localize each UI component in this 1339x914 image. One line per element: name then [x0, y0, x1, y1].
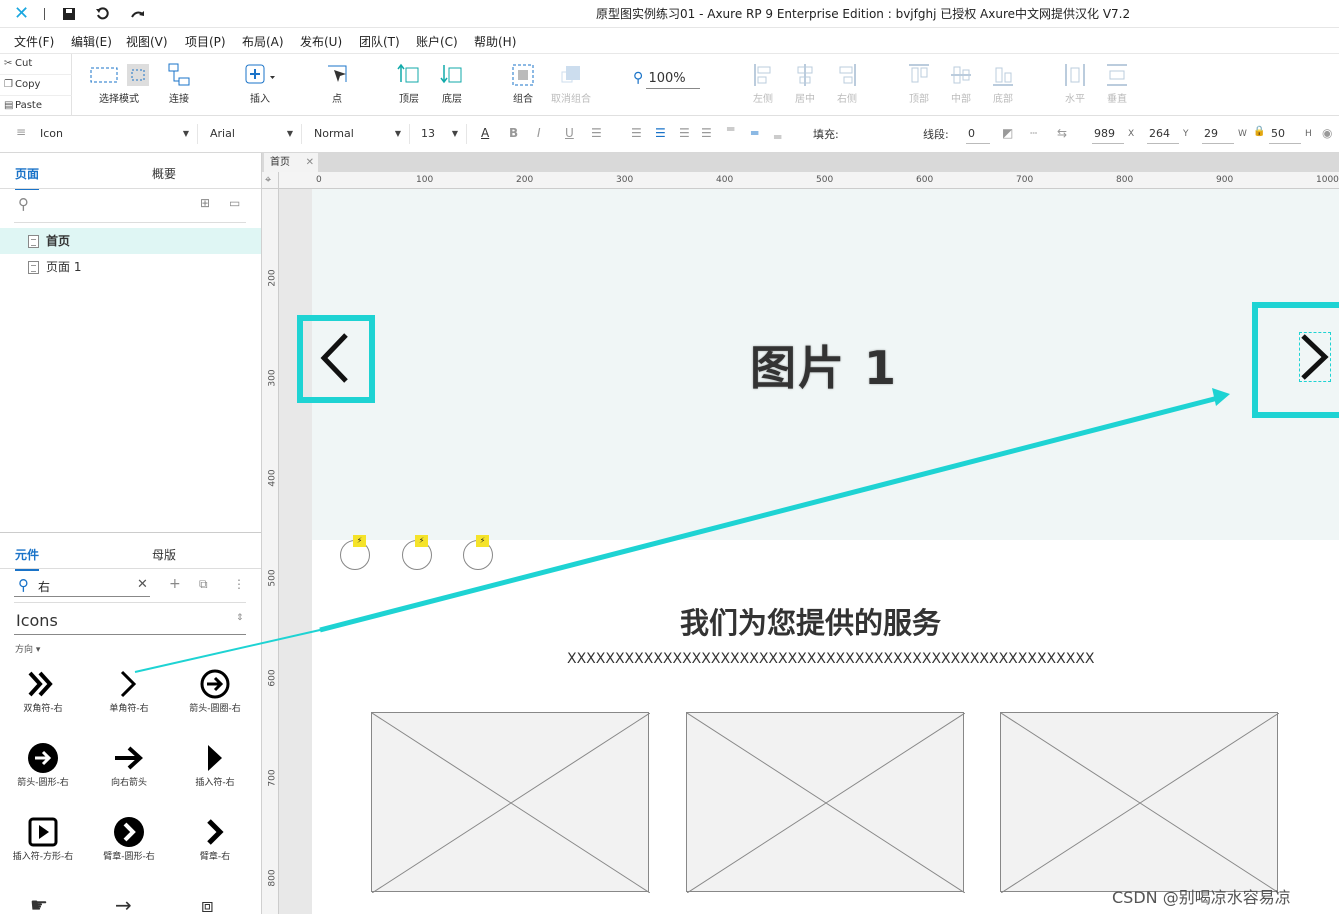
annotation-arrow — [134, 388, 1230, 673]
watermark: CSDN @别喝凉水容易凉 — [1112, 888, 1291, 907]
